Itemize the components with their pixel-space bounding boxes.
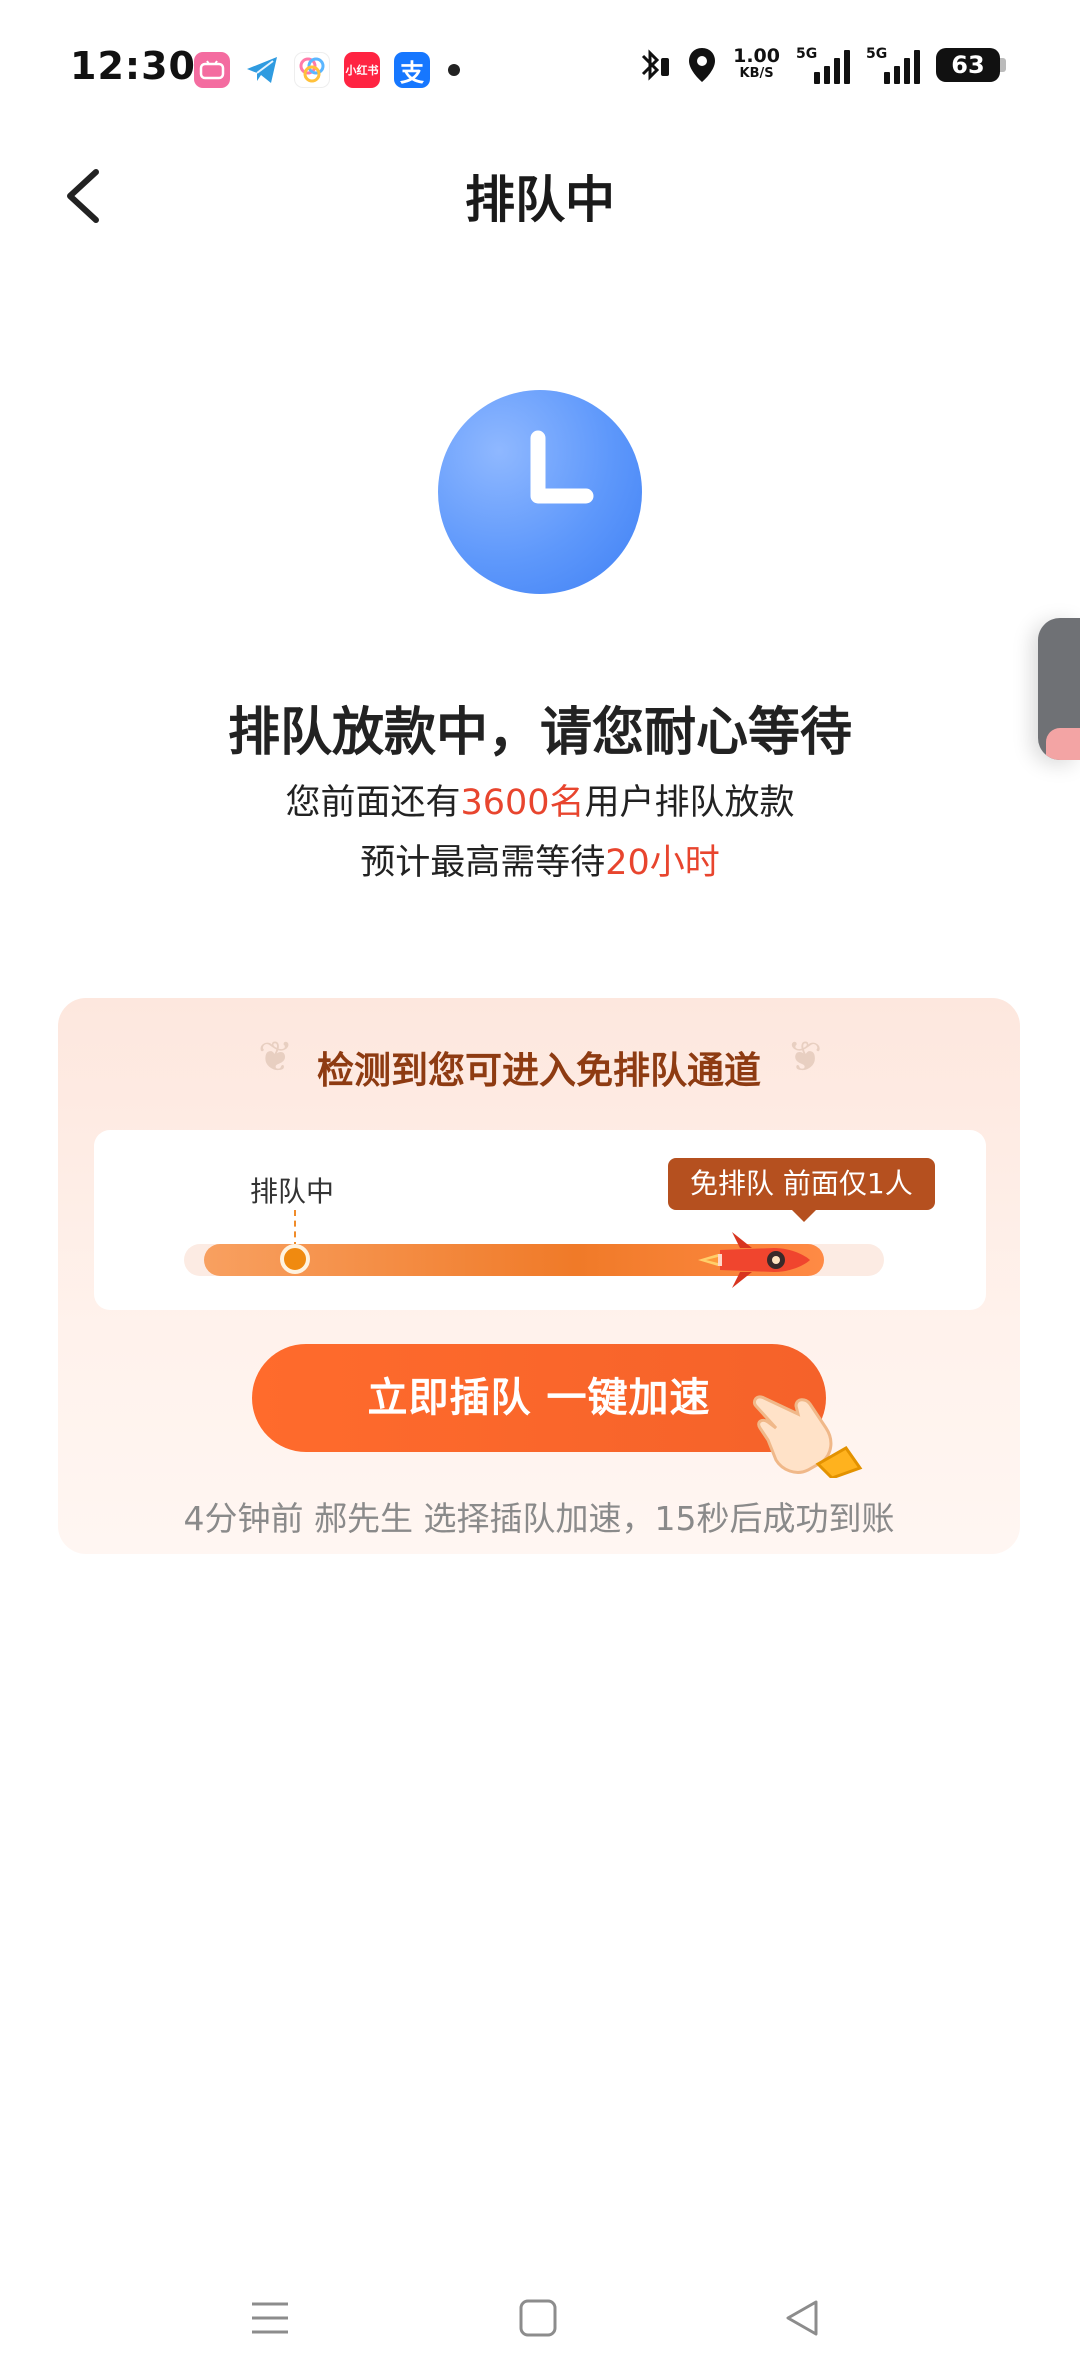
telegram-icon [244, 52, 280, 88]
wait-time-text: 预计最高需等待20小时 [0, 834, 1080, 885]
signal-icon-2: 5G [866, 46, 920, 84]
location-icon [689, 48, 716, 82]
current-position-dot [280, 1244, 310, 1274]
queue-position-text: 您前面还有3600名用户排队放款 [0, 774, 1080, 825]
bluetooth-icon [642, 49, 670, 81]
laurel-right-icon: ❦ [786, 1032, 822, 1081]
bilibili-icon [194, 52, 230, 88]
social-proof-text: 4分钟前 郝先生 选择插队加速，15秒后成功到账 [183, 1499, 895, 1538]
fast-track-card: ❦ 检测到您可进入免排队通道 ❦ 排队中 免排队 前面仅1人 立即插队 一键加速… [58, 998, 1020, 1554]
menu-icon[interactable] [250, 2298, 290, 2338]
clock-icon [438, 390, 642, 594]
app-icon [294, 52, 330, 88]
more-notifications-dot [448, 64, 460, 76]
fast-track-title: 检测到您可进入免排队通道 [317, 1049, 761, 1092]
queue-label: 排队中 [250, 1175, 335, 1208]
queue-prefix: 您前面还有 [285, 783, 461, 823]
notification-icons: 小红书 支 [194, 52, 460, 88]
fast-track-bubble: 免排队 前面仅1人 [668, 1158, 935, 1222]
status-indicators: 1.00 KB/S 5G 5G 63 [637, 46, 1006, 84]
wait-hours: 20小时 [605, 843, 720, 883]
alipay-icon: 支 [394, 52, 430, 88]
pointing-hand-icon [752, 1395, 863, 1478]
rocket-icon [698, 1232, 810, 1288]
signal-label: 5G [866, 46, 888, 62]
signal-label: 5G [796, 46, 818, 62]
home-icon[interactable] [518, 2298, 558, 2338]
queue-suffix: 用户排队放款 [584, 783, 795, 823]
xiaohongshu-icon: 小红书 [344, 52, 380, 88]
status-bar: 12:30 小红书 支 1.00 KB/S 5G 5G 63 [0, 0, 1080, 140]
signal-icon-1: 5G [796, 46, 850, 84]
queue-marker-line [294, 1210, 296, 1248]
jump-queue-button[interactable]: 立即插队 一键加速 [252, 1344, 826, 1452]
status-heading: 排队放款中，请您耐心等待 [227, 703, 852, 763]
network-speed: 1.00 KB/S [733, 47, 780, 83]
page-title: 排队中 [465, 171, 615, 229]
queue-progress-panel: 排队中 免排队 前面仅1人 [94, 1130, 986, 1310]
battery-level: 63 [951, 51, 985, 79]
queue-count: 3600名 [460, 783, 585, 823]
wait-prefix: 预计最高需等待 [360, 843, 606, 883]
network-speed-value: 1.00 [733, 45, 780, 67]
network-speed-unit: KB/S [739, 66, 774, 81]
status-time: 12:30 [70, 44, 196, 88]
battery-icon: 63 [936, 48, 1006, 82]
floating-side-widget[interactable] [1038, 618, 1080, 760]
system-nav-bar [0, 2270, 1080, 2370]
back-triangle-icon[interactable] [782, 2298, 822, 2338]
